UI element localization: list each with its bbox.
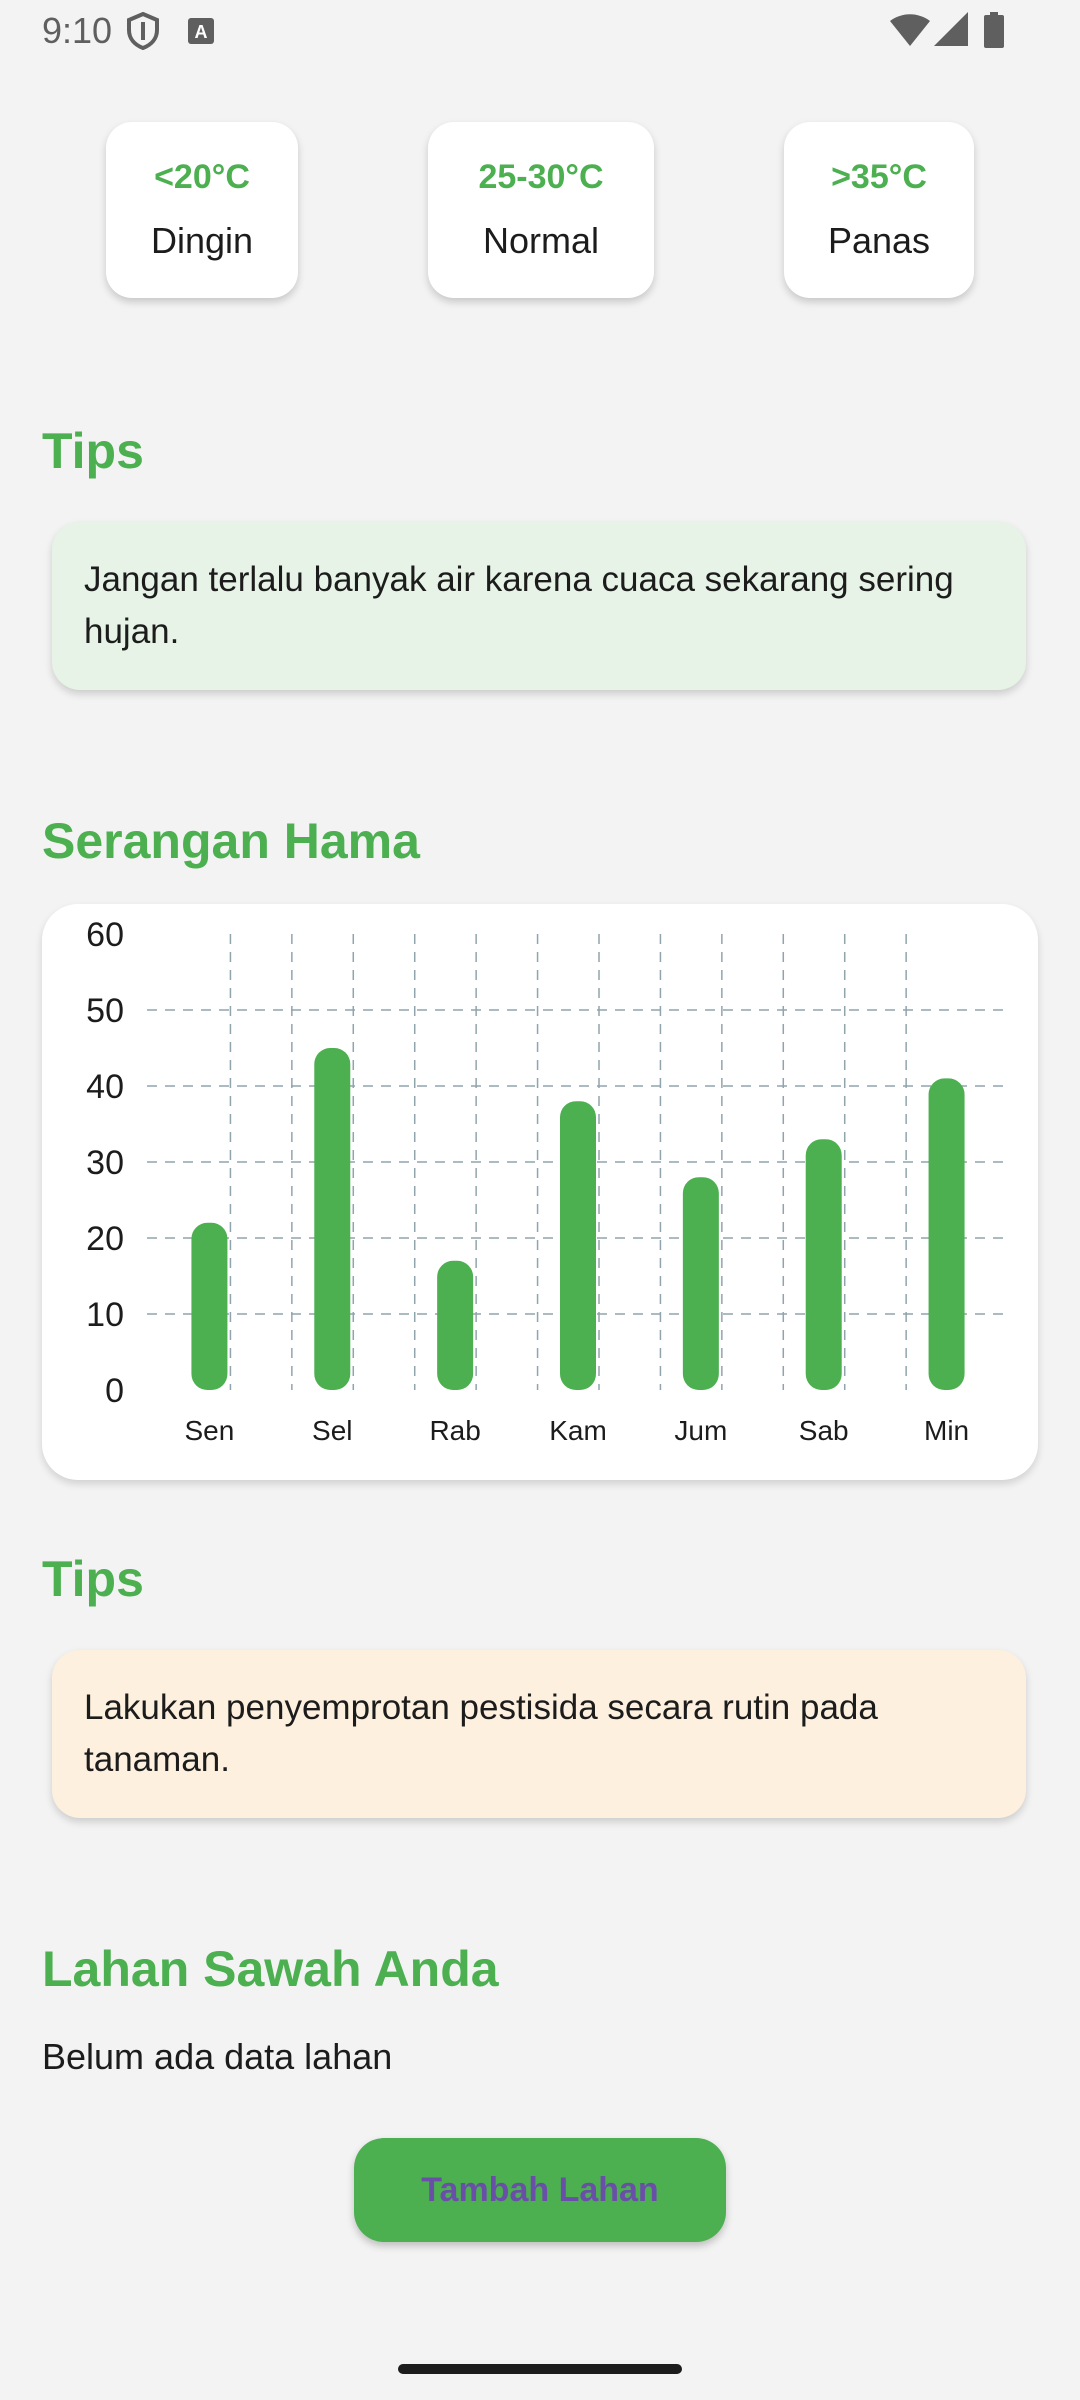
svg-text:A: A: [195, 22, 208, 42]
pest-chart-card: 0 10 20 30 40 50 60 Sen Sel Rab Kam Jum Sab Min: [42, 904, 1038, 1480]
tips-weather-title: Tips: [42, 423, 144, 479]
y-tick-label: 20: [86, 1220, 124, 1258]
temp-label: Panas: [827, 220, 931, 261]
home-indicator[interactable]: [398, 2364, 682, 2374]
y-tick-label: 40: [86, 1068, 124, 1106]
wifi-icon: [890, 14, 930, 51]
x-tick-label: Min: [924, 1415, 969, 1446]
pest-bar-chart: 0 10 20 30 40 50 60 Sen Sel Rab Kam Jum Sab Min: [86, 916, 1007, 1446]
add-land-button[interactable]: Tambah Lahan: [354, 2138, 726, 2242]
temp-label: Normal: [482, 220, 599, 261]
x-tick-label: Sen: [185, 1415, 235, 1446]
shield-icon: [126, 11, 160, 55]
y-tick-label: 0: [105, 1372, 124, 1410]
chart-bar: [314, 1048, 351, 1390]
signal-icon: [934, 12, 968, 51]
battery-icon: [984, 12, 1004, 53]
x-tick-label: Rab: [429, 1415, 480, 1446]
y-tick-label: 30: [86, 1144, 124, 1182]
status-bar: 9:10 A: [0, 0, 1080, 64]
y-tick-label: 60: [86, 916, 124, 954]
status-time: 9:10: [42, 10, 113, 51]
chart-bar: [560, 1101, 596, 1390]
chart-bar: [191, 1222, 228, 1390]
keyboard-a-icon: A: [188, 18, 214, 49]
temp-card-hot: >35°C Panas: [784, 122, 974, 298]
temp-card-normal: 25-30°C Normal: [428, 122, 654, 298]
temp-range: <20°C: [154, 158, 250, 196]
pest-section-title: Serangan Hama: [42, 813, 420, 869]
chart-bar: [805, 1139, 842, 1390]
chart-bar: [928, 1078, 965, 1390]
temp-range: 25-30°C: [478, 158, 604, 196]
land-empty-text: Belum ada data lahan: [42, 2036, 393, 2077]
tips-weather-text: Jangan terlalu banyak air karena cuaca s…: [84, 560, 954, 651]
x-tick-label: Sab: [799, 1415, 849, 1446]
tips-pest-box: Lakukan penyemprotan pestisida secara ru…: [52, 1650, 1026, 1818]
chart-bar: [682, 1177, 719, 1390]
land-section-title: Lahan Sawah Anda: [42, 1941, 499, 1997]
temp-card-cold: <20°C Dingin: [106, 122, 298, 298]
y-tick-label: 50: [86, 992, 124, 1030]
x-tick-label: Jum: [674, 1415, 727, 1446]
chart-bar: [437, 1260, 474, 1390]
temp-range: >35°C: [831, 158, 927, 196]
temp-label: Dingin: [150, 220, 254, 261]
y-tick-label: 10: [86, 1296, 124, 1334]
tips-weather-box: Jangan terlalu banyak air karena cuaca s…: [52, 522, 1026, 690]
tips-pest-title: Tips: [42, 1551, 144, 1607]
tips-pest-text: Lakukan penyemprotan pestisida secara ru…: [84, 1688, 878, 1779]
x-tick-label: Sel: [312, 1415, 352, 1446]
x-tick-label: Kam: [549, 1415, 607, 1446]
